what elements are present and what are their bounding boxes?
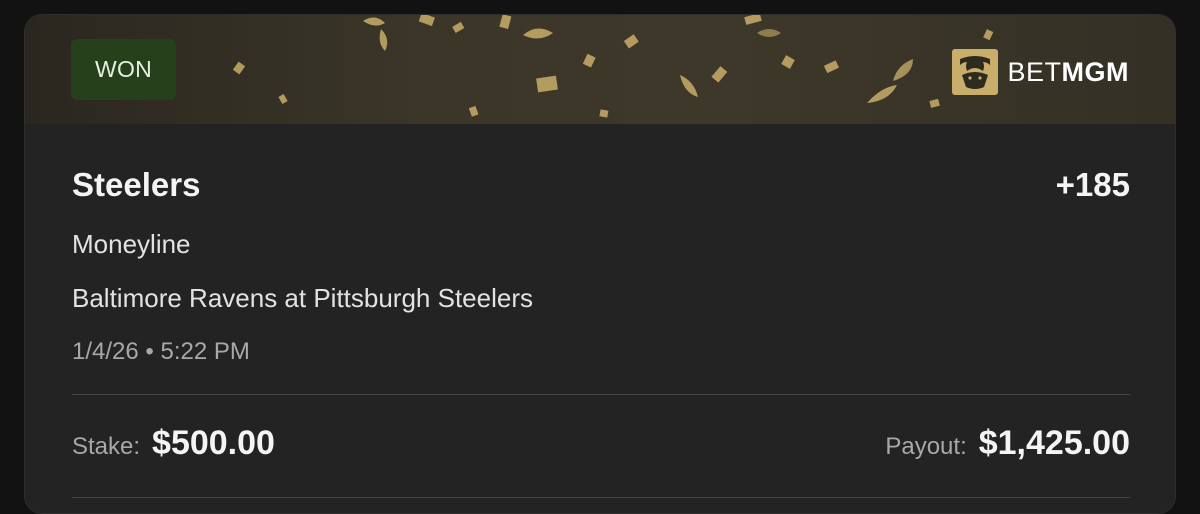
selection-name: Steelers (72, 166, 201, 203)
payout-label: Payout: (885, 433, 967, 460)
divider-bottom (72, 497, 1130, 498)
stake-group: Stake: $500.00 (72, 424, 275, 463)
payout-value: $1,425.00 (978, 424, 1130, 462)
odds-value: +185 (1055, 166, 1130, 203)
win-banner: WON BETMGM (25, 15, 1175, 124)
lion-logo-icon (951, 49, 998, 95)
event-datetime: 1/4/26 • 5:22 PM (72, 338, 250, 365)
totals-row: Stake: $500.00 Payout: $1,425.00 (72, 424, 1130, 468)
brand-name: BETMGM (1007, 56, 1129, 87)
market-type: Moneyline (72, 229, 191, 259)
stake-value: $500.00 (152, 424, 275, 462)
divider (72, 394, 1130, 395)
selection-row: Steelers +185 (72, 166, 1130, 206)
status-badge-label: WON (94, 56, 153, 82)
stake-label: Stake: (72, 433, 141, 460)
payout-group: Payout: $1,425.00 (885, 424, 1130, 463)
status-badge: WON (71, 39, 176, 100)
event-name: Baltimore Ravens at Pittsburgh Steelers (72, 283, 533, 313)
bet-card[interactable]: WON BETMGM Steelers +185 Moneyline Balti… (24, 14, 1176, 514)
brand-logo: BETMGM (951, 49, 1130, 95)
